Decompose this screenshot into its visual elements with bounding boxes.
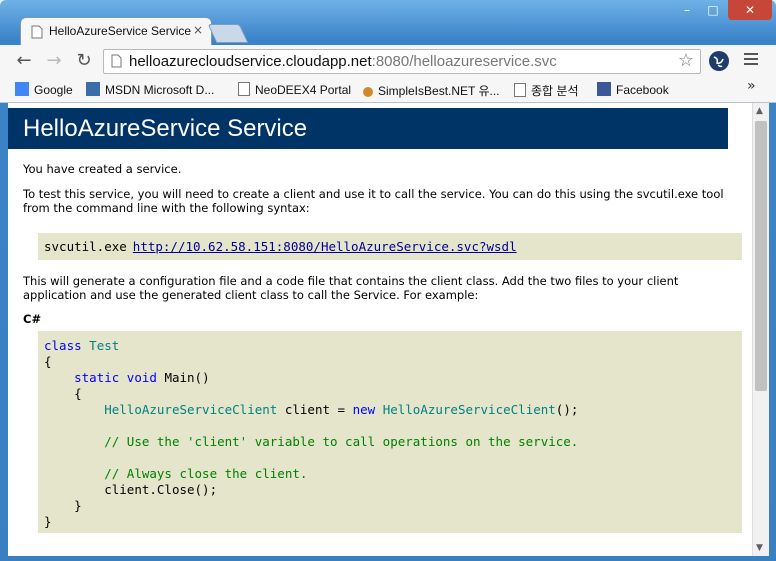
google-icon	[15, 82, 29, 96]
command-box: svcutil.exe http://10.62.58.151:8080/Hell…	[38, 233, 742, 260]
intro-text: You have created a service.	[23, 162, 182, 176]
globe-icon[interactable]	[709, 51, 729, 71]
code-line: HelloAzureServiceClient client = new Hel…	[104, 402, 579, 417]
bookmark-label: NeoDEEX4 Portal	[255, 83, 352, 97]
bookmark-analysis[interactable]: 종합 분석	[514, 82, 579, 99]
menu-icon[interactable]	[744, 53, 758, 68]
code-sample: class Test { static void Main() { HelloA…	[38, 331, 742, 533]
bookmark-simpleisbest[interactable]: SimpleIsBest.NET 유...	[363, 82, 500, 99]
maximize-button[interactable]: □	[700, 0, 726, 20]
bookmark-msdn[interactable]: MSDN Microsoft D...	[86, 82, 214, 97]
url-host: helloazurecloudservice.cloudapp.net	[129, 53, 372, 70]
bookmark-star-icon[interactable]: ☆	[678, 50, 694, 71]
test-instructions: To test this service, you will need to c…	[23, 187, 724, 215]
vertical-scrollbar[interactable]: ▲ ▼	[752, 103, 769, 556]
bookmark-label: MSDN Microsoft D...	[105, 83, 215, 97]
bookmark-label: Facebook	[616, 83, 669, 97]
code-line: // Use the 'client' variable to call ope…	[104, 434, 579, 449]
url-text[interactable]: helloazurecloudservice.cloudapp.net:8080…	[129, 53, 557, 70]
back-button[interactable]: ←	[14, 51, 34, 71]
toolbar: ← → ↻ helloazurecloudservice.cloudapp.ne…	[0, 45, 776, 77]
tab-title: HelloAzureService Service	[49, 24, 192, 38]
code-line: // Always close the client.	[104, 466, 308, 481]
minimize-button[interactable]: –	[674, 0, 700, 20]
url-path: :8080/helloazureservice.svc	[371, 53, 557, 70]
page-icon	[31, 25, 43, 39]
code-line: class Test	[44, 338, 120, 353]
code-line: {	[44, 354, 52, 369]
key-icon	[363, 87, 373, 97]
language-label: C#	[23, 312, 42, 326]
code-line: static void Main()	[74, 370, 210, 385]
page-icon	[514, 83, 526, 97]
new-tab-button[interactable]	[207, 24, 249, 43]
generate-text: This will generate a configuration file …	[23, 274, 679, 302]
reload-button[interactable]: ↻	[74, 51, 94, 71]
bookmark-google[interactable]: Google	[15, 82, 73, 97]
bookmark-neodeex[interactable]: NeoDEEX4 Portal	[238, 82, 351, 97]
code-line: client.Close();	[104, 482, 218, 497]
scroll-down-icon[interactable]: ▼	[756, 543, 763, 553]
tab-active[interactable]: HelloAzureService Service ×	[20, 17, 212, 46]
scrollbar-thumb[interactable]	[755, 121, 767, 391]
wsdl-link[interactable]: http://10.62.58.151:8080/HelloAzureServi…	[133, 239, 517, 254]
code-line: }	[74, 498, 82, 513]
facebook-icon	[597, 82, 611, 96]
bookmarks-bar: Google MSDN Microsoft D... NeoDEEX4 Port…	[0, 77, 776, 103]
forward-button[interactable]: →	[44, 51, 64, 71]
scroll-up-icon[interactable]: ▲	[756, 106, 763, 116]
page-title: HelloAzureService Service	[8, 108, 728, 149]
close-window-button[interactable]: ✕	[728, 0, 772, 20]
tab-close-icon[interactable]: ×	[193, 23, 203, 37]
msdn-icon	[86, 82, 100, 96]
bookmark-facebook[interactable]: Facebook	[597, 82, 669, 97]
code-line: }	[44, 514, 52, 529]
bookmark-label: SimpleIsBest.NET 유...	[378, 84, 500, 98]
page-content: HelloAzureService Service You have creat…	[8, 103, 752, 556]
page-icon	[238, 82, 250, 96]
address-bar[interactable]: helloazurecloudservice.cloudapp.net:8080…	[103, 49, 701, 74]
command-text: svcutil.exe	[44, 239, 127, 254]
bookmark-label: 종합 분석	[531, 84, 579, 98]
page-icon	[111, 54, 122, 68]
bookmark-label: Google	[34, 83, 73, 97]
code-line: {	[74, 386, 82, 401]
bookmarks-overflow-icon[interactable]: »	[747, 78, 756, 94]
